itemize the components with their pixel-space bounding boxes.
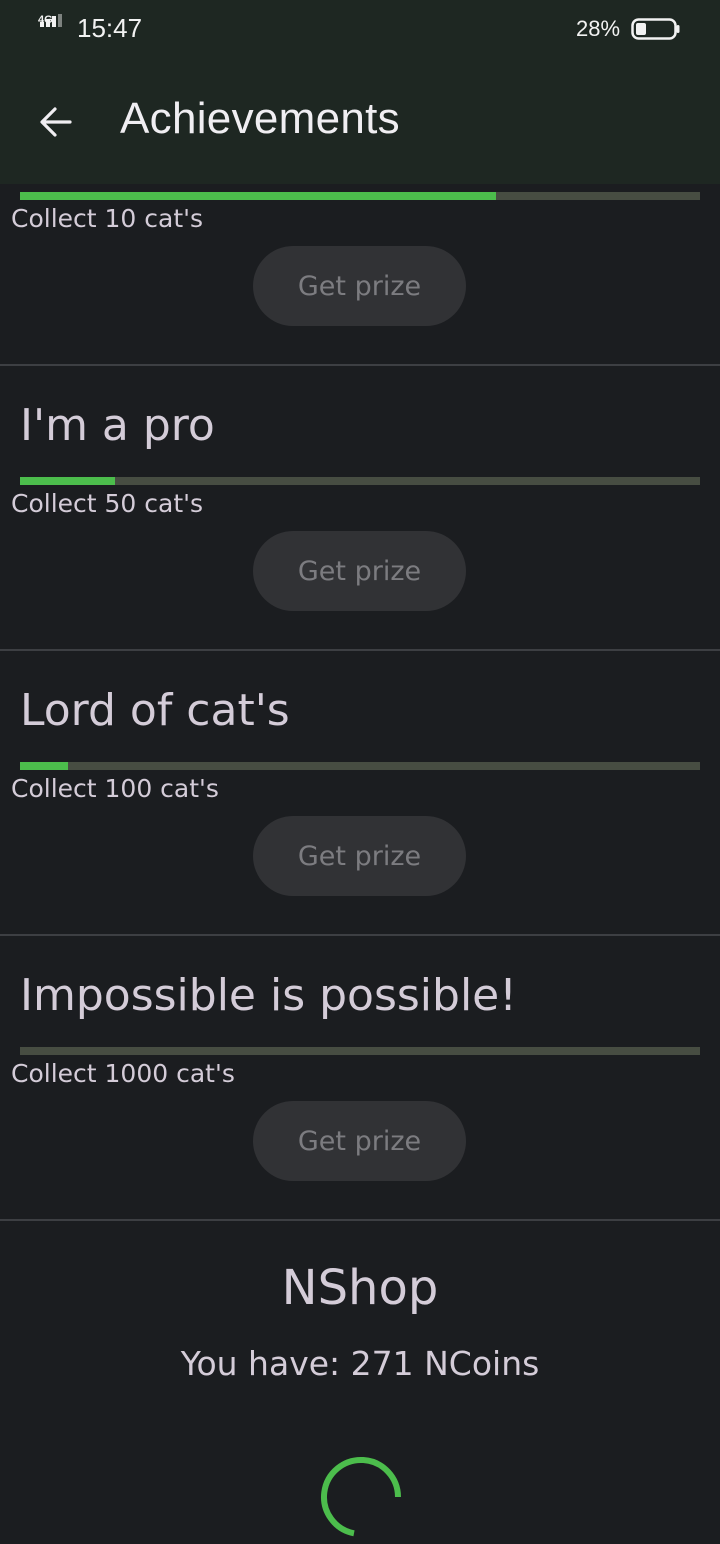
achievement-description: Collect 10 cat's [11,204,204,233]
achievement-card: Collect 10 cat's Get prize [0,81,720,366]
status-bar: 4G 15:47 28% [0,0,720,58]
achievement-progress-bar [20,762,700,770]
get-prize-button[interactable]: Get prize [253,816,466,896]
get-prize-button[interactable]: Get prize [253,1101,466,1181]
achievement-description: Collect 50 cat's [11,489,204,518]
achievement-progress-bar [20,477,700,485]
achievement-description: Collect 100 cat's [11,774,219,803]
achievement-title: Impossible is possible! [20,970,517,1021]
achievement-progress-bar [20,1047,700,1055]
achievement-title: Lord of cat's [20,685,290,736]
signal-icon: 4G [38,14,70,40]
coin-balance: You have: 271 NCoins [180,1344,540,1383]
clock: 15:47 [77,13,143,43]
achievement-progress-bar [20,192,700,200]
progress-fill [20,477,116,485]
shop-title: NShop [281,1260,439,1316]
achievement-card: Impossible is possible! Collect 1000 cat… [0,936,720,1221]
get-prize-button[interactable]: Get prize [253,531,466,611]
progress-fill [20,762,68,770]
divider [0,1219,720,1221]
achievement-card: I'm a pro Collect 50 cat's Get prize [0,366,720,651]
loading-spinner-icon [321,1456,401,1537]
achievement-title: I'm a pro [20,400,215,451]
get-prize-button[interactable]: Get prize [253,246,466,326]
shop-section: NShop You have: 271 NCoins [0,1224,720,1544]
achievement-card: Lord of cat's Collect 100 cat's Get priz… [0,651,720,936]
achievement-description: Collect 1000 cat's [11,1059,235,1088]
battery-icon [631,18,680,40]
progress-fill [20,192,496,200]
battery-percentage: 28% [576,16,621,41]
